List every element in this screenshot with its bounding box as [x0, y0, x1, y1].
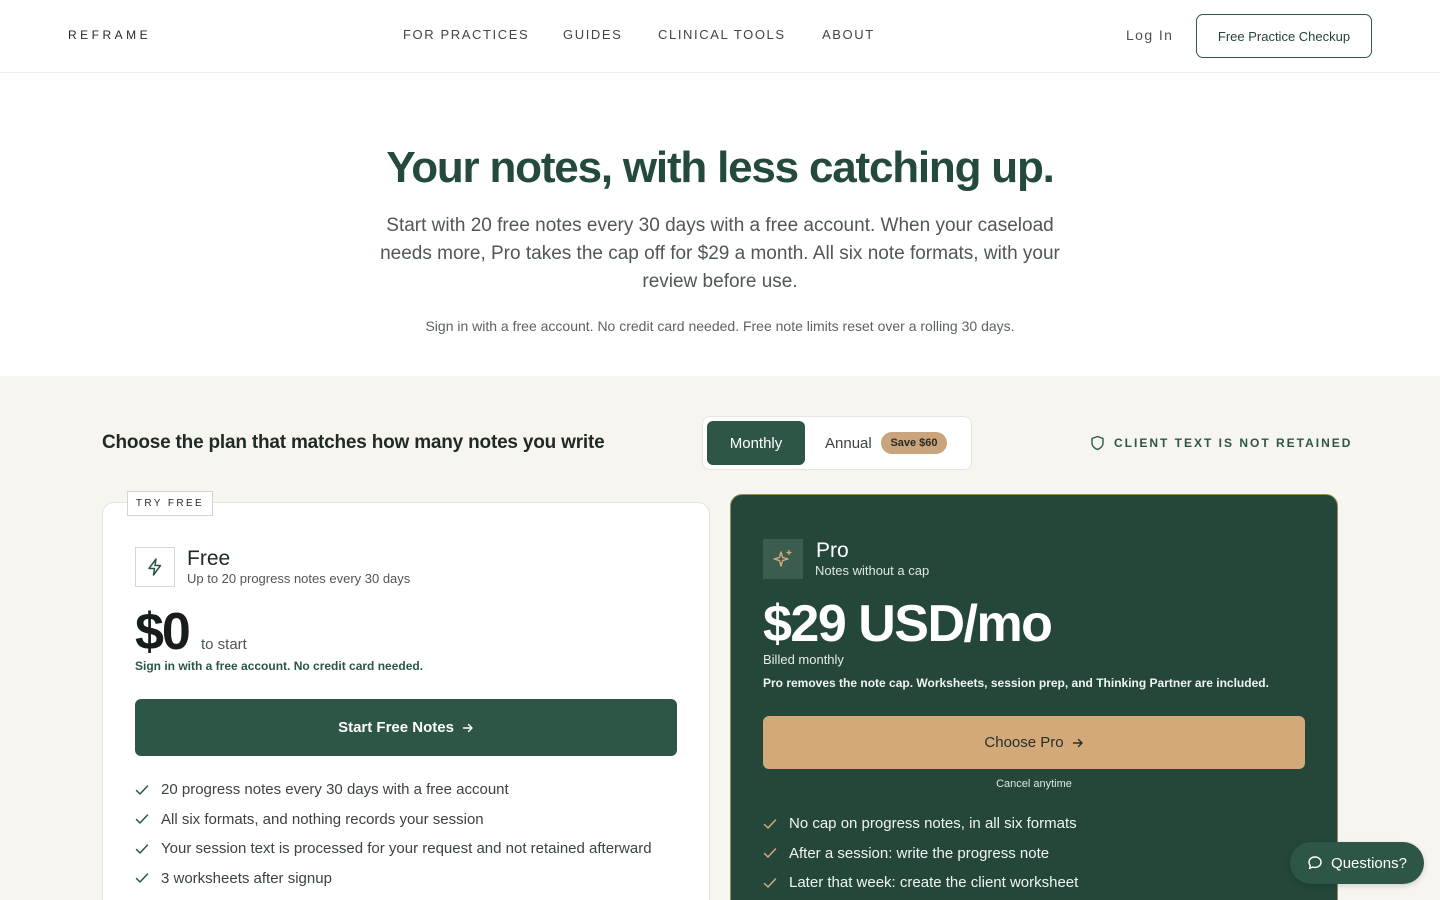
toggle-annual-button[interactable]: Annual	[825, 435, 872, 452]
start-free-notes-label: Start Free Notes	[338, 719, 454, 736]
feature-text: 3 worksheets after signup	[161, 869, 332, 887]
free-plan-price: $0	[135, 603, 191, 661]
shield-icon	[1091, 435, 1104, 451]
feature-text: Your session text is processed for your …	[161, 840, 652, 858]
arrow-right-icon	[1072, 738, 1083, 747]
list-item: Your session text is processed for your …	[135, 834, 652, 864]
questions-chat-button[interactable]: Questions?	[1290, 842, 1424, 884]
feature-text: Later that week: create the client works…	[789, 874, 1079, 892]
save-badge: Save $60	[881, 432, 947, 454]
nav-item-guides[interactable]: GUIDES	[563, 27, 622, 42]
hero-title: Your notes, with less catching up.	[386, 143, 1055, 192]
feature-text: All six formats, and nothing records you…	[161, 810, 484, 828]
check-icon	[763, 819, 777, 829]
free-plan-name: Free	[187, 547, 231, 570]
try-free-tag: TRY FREE	[127, 491, 213, 516]
free-practice-checkup-button[interactable]: Free Practice Checkup	[1196, 14, 1372, 58]
check-icon	[763, 848, 777, 858]
pro-plan-price: $29 USD/mo	[763, 595, 1053, 653]
choose-pro-label: Choose Pro	[984, 734, 1064, 751]
pro-plan-name: Pro	[816, 539, 849, 562]
hero-note: Sign in with a free account. No credit c…	[425, 318, 1015, 334]
nav-item-for-practices[interactable]: FOR PRACTICES	[403, 27, 529, 42]
login-link[interactable]: Log In	[1126, 27, 1173, 43]
site-header: REFRAME FOR PRACTICES GUIDES CLINICAL TO…	[0, 0, 1440, 73]
hero-subtitle: Start with 20 free notes every 30 days w…	[380, 215, 1060, 292]
check-icon	[763, 878, 777, 888]
cancel-anytime-note: Cancel anytime	[996, 778, 1072, 790]
feature-text: No cap on progress notes, in all six for…	[789, 815, 1077, 833]
check-icon	[135, 814, 149, 824]
pro-plan-features: No cap on progress notes, in all six for…	[763, 809, 1078, 898]
free-plan-features: 20 progress notes every 30 days with a f…	[135, 775, 652, 893]
nav-item-clinical-tools[interactable]: CLINICAL TOOLS	[658, 27, 786, 42]
plans-heading: Choose the plan that matches how many no…	[102, 432, 605, 453]
check-icon	[135, 873, 149, 883]
nav-item-about[interactable]: ABOUT	[822, 27, 875, 42]
feature-text: 20 progress notes every 30 days with a f…	[161, 781, 509, 799]
sparkle-icon	[763, 539, 803, 579]
list-item: No cap on progress notes, in all six for…	[763, 809, 1078, 839]
free-plan-price-note: to start	[201, 636, 247, 653]
arrow-right-icon	[462, 723, 473, 732]
check-icon	[135, 785, 149, 795]
list-item: 3 worksheets after signup	[135, 864, 652, 894]
privacy-note-text: CLIENT TEXT IS NOT RETAINED	[1114, 436, 1353, 450]
check-icon	[135, 844, 149, 854]
list-item: All six formats, and nothing records you…	[135, 805, 652, 835]
pro-plan-description: Pro removes the note cap. Worksheets, se…	[763, 676, 1269, 690]
pro-plan-billing: Billed monthly	[763, 652, 844, 667]
list-item: After a session: write the progress note	[763, 839, 1078, 869]
privacy-note: CLIENT TEXT IS NOT RETAINED	[1090, 434, 1352, 452]
list-item: 20 progress notes every 30 days with a f…	[135, 775, 652, 805]
start-free-notes-button[interactable]: Start Free Notes	[135, 699, 677, 756]
lightning-icon	[135, 547, 175, 587]
pro-plan-subtitle: Notes without a cap	[815, 563, 930, 578]
toggle-monthly-button[interactable]: Monthly	[707, 421, 805, 465]
free-plan-subtitle: Up to 20 progress notes every 30 days	[187, 571, 411, 586]
chat-bubble-icon	[1308, 856, 1322, 870]
billing-toggle: Monthly Annual Save $60	[702, 416, 972, 470]
choose-pro-button[interactable]: Choose Pro	[763, 716, 1305, 769]
feature-text: After a session: write the progress note	[789, 844, 1050, 862]
questions-chat-label: Questions?	[1331, 854, 1407, 872]
list-item: Later that week: create the client works…	[763, 868, 1078, 898]
free-plan-signin-note: Sign in with a free account. No credit c…	[135, 659, 424, 673]
